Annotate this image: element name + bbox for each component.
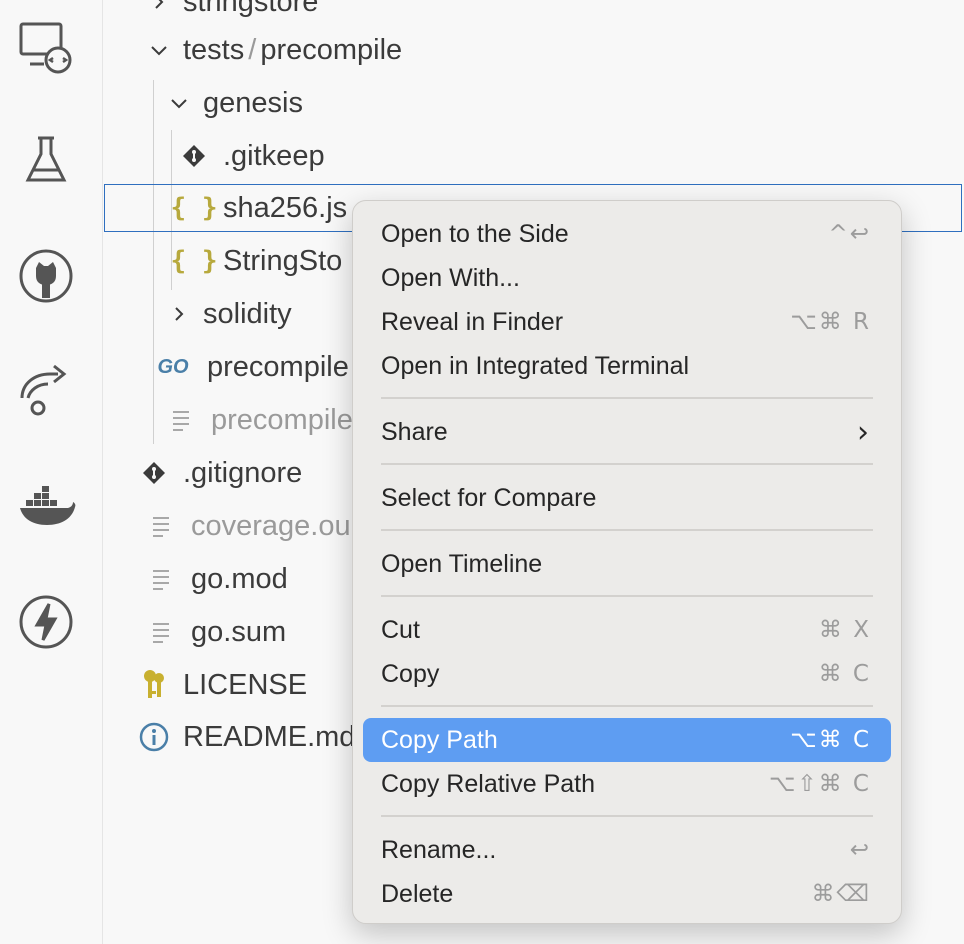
tree-item-label: stringstore <box>183 0 319 18</box>
tree-item-label: go.mod <box>191 562 288 595</box>
tree-item-label: .gitignore <box>183 456 303 489</box>
menu-item-label: Copy <box>381 659 440 688</box>
menu-item-cut[interactable]: Cut ⌘ X <box>363 608 891 652</box>
menu-item-copy[interactable]: Copy ⌘ C <box>363 652 891 696</box>
menu-item-label: Rename... <box>381 835 497 864</box>
tree-item-label: LICENSE <box>183 668 308 701</box>
tree-item-folder[interactable]: tests / precompile <box>103 24 964 76</box>
shortcut-hint: ⌥⇧⌘ C <box>768 771 871 797</box>
menu-item-label: Open Timeline <box>381 549 543 578</box>
tree-item-label: tests <box>183 33 245 66</box>
menu-separator <box>381 595 873 597</box>
menu-item-label: Open With... <box>381 263 520 292</box>
chevron-right-icon <box>165 300 193 328</box>
menu-item-label: Copy Relative Path <box>381 769 596 798</box>
menu-separator <box>381 397 873 399</box>
menu-item-label: Reveal in Finder <box>381 307 564 336</box>
menu-item-select-for-compare[interactable]: Select for Compare <box>363 476 891 520</box>
menu-item-share[interactable]: Share › <box>363 410 891 454</box>
menu-item-open-to-side[interactable]: Open to the Side ^↩ <box>363 212 891 256</box>
tree-item-folder[interactable]: genesis <box>103 77 964 129</box>
menu-separator <box>381 815 873 817</box>
context-menu: Open to the Side ^↩ Open With... Reveal … <box>352 200 902 924</box>
tree-item-file[interactable]: .gitkeep <box>103 130 964 182</box>
tree-item-label: StringSto <box>223 244 343 277</box>
tree-item-label: go.sum <box>191 615 287 648</box>
chevron-right-icon <box>145 0 173 16</box>
menu-item-label: Copy Path <box>381 725 498 754</box>
menu-item-open-timeline[interactable]: Open Timeline <box>363 542 891 586</box>
tree-item-label: solidity <box>203 297 292 330</box>
tree-item-label: genesis <box>203 86 303 119</box>
menu-item-copy-path[interactable]: Copy Path ⌥⌘ C <box>363 718 891 762</box>
shortcut-hint: ⌥⌘ R <box>790 309 871 335</box>
menu-item-label: Share <box>381 417 448 446</box>
text-file-icon <box>147 515 177 537</box>
github-icon[interactable] <box>14 244 78 308</box>
git-diamond-icon <box>139 461 169 485</box>
shortcut-hint: ⌘ C <box>818 661 871 687</box>
menu-item-label: Cut <box>381 615 420 644</box>
shortcut-hint: ^↩ <box>828 221 871 247</box>
remote-share-icon[interactable] <box>14 358 78 422</box>
menu-item-rename[interactable]: Rename... ↩ <box>363 828 891 872</box>
activity-bar <box>0 0 103 944</box>
menu-separator <box>381 705 873 707</box>
menu-item-copy-relative-path[interactable]: Copy Relative Path ⌥⇧⌘ C <box>363 762 891 806</box>
tree-item-label: precompile <box>211 403 353 436</box>
shortcut-hint: ⌥⌘ C <box>790 727 871 753</box>
menu-item-reveal-in-finder[interactable]: Reveal in Finder ⌥⌘ R <box>363 300 891 344</box>
text-file-icon <box>147 621 177 643</box>
info-icon <box>139 722 169 752</box>
path-separator: / <box>248 33 257 66</box>
menu-item-label: Delete <box>381 879 454 908</box>
text-file-icon <box>147 568 177 590</box>
keys-icon <box>139 669 169 701</box>
chevron-down-icon <box>165 89 193 117</box>
menu-item-label: Select for Compare <box>381 483 597 512</box>
docker-icon[interactable] <box>14 474 78 538</box>
submenu-chevron-icon: › <box>857 414 871 450</box>
tree-item-label: coverage.ou <box>191 509 351 542</box>
menu-separator <box>381 463 873 465</box>
remote-explorer-icon[interactable] <box>14 16 78 80</box>
menu-separator <box>381 529 873 531</box>
menu-item-delete[interactable]: Delete ⌘⌫ <box>363 872 891 916</box>
json-braces-icon: { } <box>170 246 218 276</box>
tree-item-label: precompile <box>260 33 403 66</box>
shortcut-hint: ↩ <box>849 837 871 863</box>
text-file-icon <box>167 409 197 431</box>
go-icon: GO <box>157 355 189 378</box>
menu-item-label: Open in Integrated Terminal <box>381 351 690 380</box>
testing-flask-icon[interactable] <box>14 128 78 192</box>
git-diamond-icon <box>179 144 209 168</box>
lightning-icon[interactable] <box>14 590 78 654</box>
shortcut-hint: ⌘⌫ <box>811 881 871 907</box>
menu-item-open-in-terminal[interactable]: Open in Integrated Terminal <box>363 344 891 388</box>
menu-item-open-with[interactable]: Open With... <box>363 256 891 300</box>
shortcut-hint: ⌘ X <box>818 617 871 643</box>
tree-item-label: .gitkeep <box>223 139 325 172</box>
tree-item-label: precompile <box>207 350 349 383</box>
tree-item-label: README.md <box>183 720 356 753</box>
chevron-down-icon <box>145 36 173 64</box>
menu-item-label: Open to the Side <box>381 219 569 248</box>
